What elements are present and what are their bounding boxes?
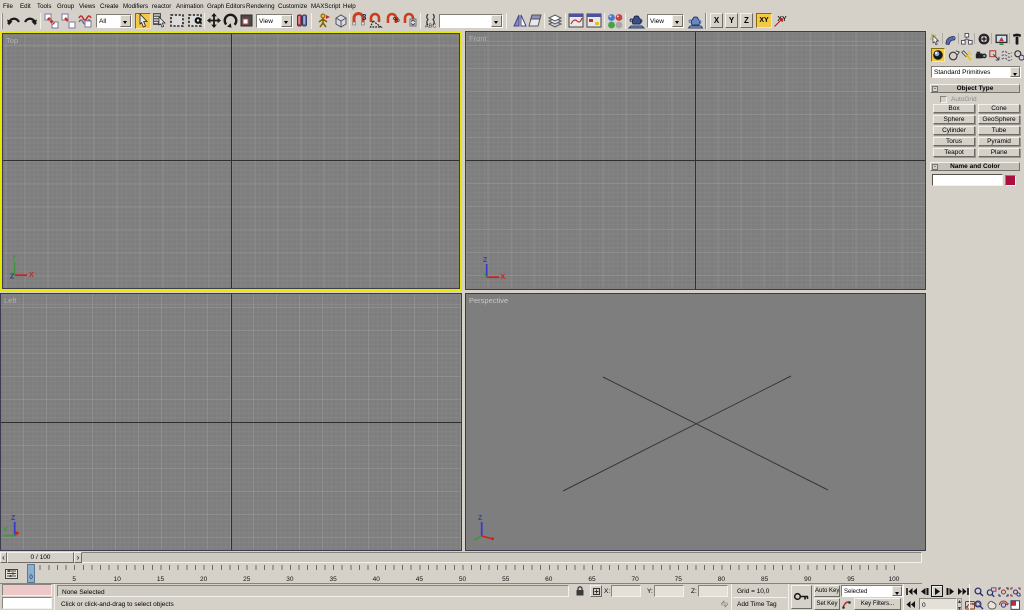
- svg-text:Y: Y: [3, 527, 8, 534]
- svg-text:X: X: [501, 274, 506, 281]
- svg-text:15: 15: [157, 576, 165, 583]
- svg-text:45: 45: [416, 576, 424, 583]
- svg-text:ABC: ABC: [425, 24, 436, 30]
- svg-text:70: 70: [631, 576, 639, 583]
- svg-text:Z: Z: [11, 515, 16, 522]
- svg-text:Z: Z: [483, 257, 488, 264]
- svg-text:25: 25: [243, 576, 251, 583]
- svg-text:85: 85: [761, 576, 769, 583]
- svg-text:55: 55: [502, 576, 510, 583]
- svg-text:20: 20: [200, 576, 208, 583]
- svg-text:%: %: [393, 15, 400, 24]
- svg-text:60: 60: [545, 576, 553, 583]
- svg-text:Z: Z: [10, 274, 15, 281]
- svg-text:65: 65: [588, 576, 596, 583]
- svg-text:X: X: [29, 272, 34, 279]
- svg-text:90: 90: [804, 576, 812, 583]
- svg-text:30: 30: [286, 576, 294, 583]
- svg-text:5: 5: [72, 576, 76, 583]
- svg-text:Y: Y: [12, 255, 17, 262]
- svg-text:3: 3: [362, 13, 367, 22]
- svg-text:80: 80: [718, 576, 726, 583]
- svg-text:35: 35: [329, 576, 337, 583]
- svg-text:75: 75: [675, 576, 683, 583]
- svg-text:40: 40: [373, 576, 381, 583]
- svg-text:95: 95: [847, 576, 855, 583]
- svg-text:50: 50: [459, 576, 467, 583]
- svg-text:10: 10: [114, 576, 122, 583]
- svg-text:100: 100: [889, 576, 900, 583]
